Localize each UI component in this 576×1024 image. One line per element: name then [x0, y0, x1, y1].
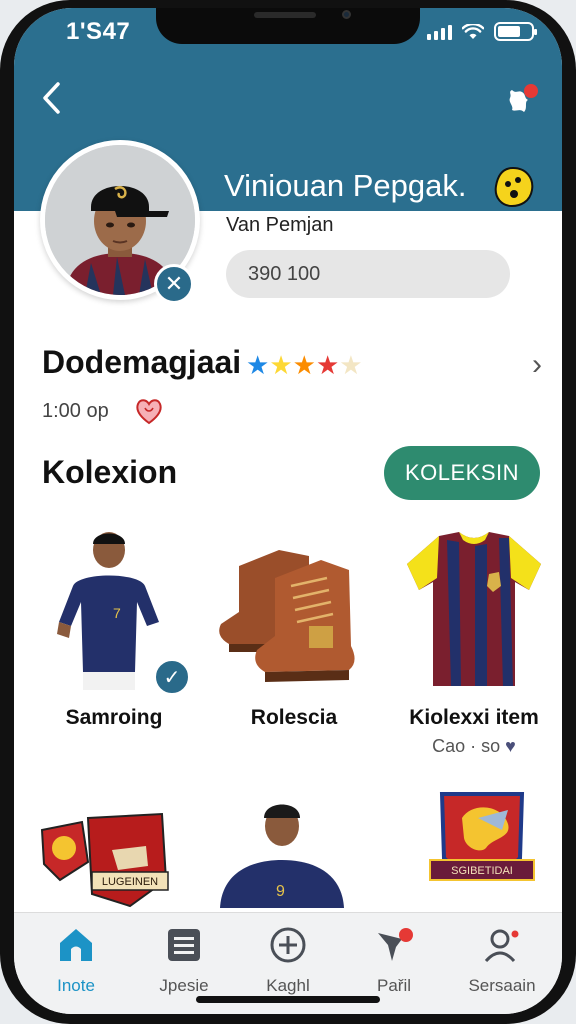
boots-icon [219, 550, 355, 682]
home-icon [60, 929, 92, 961]
collection-item-label: Kiolexxi item [409, 706, 539, 729]
star-icon: ★ [339, 350, 363, 380]
star-icon: ★ [315, 350, 340, 380]
star-icon: ★ [246, 350, 270, 380]
notch [156, 8, 420, 44]
svg-text:7: 7 [113, 605, 121, 621]
heart-icon [136, 399, 162, 425]
yellow-face-icon [494, 166, 534, 208]
svg-text:9: 9 [276, 883, 285, 900]
collection-item-sub: Cao · so ♥ [384, 736, 562, 757]
battery-icon [494, 22, 537, 41]
jersey-icon [407, 532, 541, 686]
nav-label: Inote [57, 976, 95, 995]
app-screen: 1'S47 ✕ Viniouan Pepgak. Van Pemjan 390 … [14, 8, 562, 1014]
nav-add[interactable]: Kaghl [238, 925, 338, 996]
collection-button[interactable]: KOLEKSIN [384, 446, 540, 500]
collection-row-2: LUGEINEN 9 SGIBETIDAI [14, 792, 562, 916]
status-icons [427, 22, 537, 41]
plus-circle-icon [270, 927, 306, 963]
player-card-2[interactable]: 9 [212, 796, 352, 921]
profile-subtitle: Van Pemjan [226, 214, 334, 236]
nav-profile[interactable]: Sersaain [452, 925, 552, 996]
home-indicator [196, 996, 380, 1003]
remove-avatar-button[interactable]: ✕ [154, 264, 194, 304]
crest-icon: LUGEINEN [40, 812, 169, 908]
collection-item[interactable]: Rolescia [204, 526, 384, 730]
rating-stars: ★ ★ ★ ★ ★ [246, 352, 363, 378]
chevron-right-icon: › [532, 348, 542, 381]
crest-card[interactable]: LUGEINEN [38, 810, 178, 915]
collection-title: Kolexion [42, 454, 178, 490]
crest-card-2[interactable]: SGIBETIDAI [422, 788, 542, 913]
profile-stat-field[interactable]: 390 100 [226, 250, 510, 298]
nav-label: Pařil [376, 976, 411, 995]
nav-label: Jpesie [159, 976, 209, 995]
nav-label: Sersaain [468, 976, 536, 995]
nav-label: Kaghl [266, 976, 310, 995]
back-button[interactable] [38, 80, 66, 116]
crest-label: LUGEINEN [102, 876, 158, 888]
crest-label: SGIBETIDAI [451, 865, 513, 877]
ranking-row[interactable]: Dodemagjaai ★ ★ ★ ★ ★ › 1:00 op [14, 330, 562, 434]
phone-frame: 1'S47 ✕ Viniouan Pepgak. Van Pemjan 390 … [0, 0, 576, 1024]
collection-item[interactable]: 7 ✓ Samroing [24, 526, 204, 730]
collection-item-meta: Cao · so [432, 736, 501, 756]
collection-item-label: Rolescia [250, 706, 338, 729]
nav-list[interactable]: Jpesie [134, 925, 234, 996]
player-portrait-icon: 9 [220, 804, 344, 908]
status-time: 1'S47 [66, 18, 131, 45]
nav-home[interactable]: Inote [26, 925, 126, 996]
check-icon: ✓ [153, 658, 191, 696]
dragon-crest-icon: SGIBETIDAI [429, 792, 535, 881]
star-icon: ★ [269, 350, 293, 380]
signal-icon [427, 24, 452, 40]
ranking-title: Dodemagjaai [42, 344, 242, 380]
ranking-time: 1:00 op [42, 400, 109, 422]
star-icon: ★ [292, 350, 316, 380]
wifi-icon [462, 23, 484, 39]
heart-icon: ♥ [505, 736, 516, 756]
profile-name: Viniouan Pepgak. [224, 168, 467, 203]
flag-icon [378, 928, 413, 961]
list-icon [168, 929, 200, 961]
collection-item-label: Samroing [65, 706, 163, 729]
notification-icon[interactable] [502, 82, 540, 120]
nav-flag[interactable]: Pařil [344, 925, 444, 996]
collection-item[interactable]: Kiolexxi item Cao · so ♥ [384, 526, 562, 757]
profile-icon [484, 929, 519, 963]
